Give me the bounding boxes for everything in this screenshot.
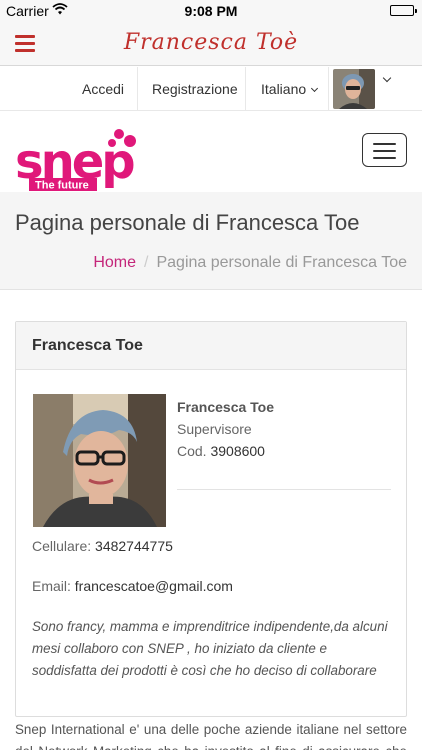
user-avatar[interactable] (333, 69, 375, 109)
breadcrumb: Home / Pagina personale di Francesca Toe (93, 254, 407, 272)
email-label: Email: (32, 578, 71, 594)
top-links-bar: Accedi Registrazione Italiano (0, 67, 422, 111)
snep-logo[interactable]: snep The future (15, 126, 155, 192)
status-bar: Carrier 9:08 PM (0, 0, 422, 22)
logo-tagline: The future (35, 180, 89, 192)
profile-bio: Sono francy, mamma e imprenditrice indip… (32, 619, 388, 678)
profile-code: 3908600 (210, 443, 265, 459)
profile-info: Francesca Toe Supervisore Cod. 3908600 (177, 396, 391, 462)
breadcrumb-divider: / (144, 254, 149, 271)
profile-photo (33, 394, 166, 527)
profile-name: Francesca Toe (177, 399, 275, 415)
clock: 9:08 PM (184, 3, 238, 19)
profile-phone: Cellulare: 3482744775 (32, 538, 173, 554)
page-title: Pagina personale di Francesca Toe (15, 210, 360, 235)
profile-card-title: Francesca Toe (16, 322, 406, 370)
profile-card: Francesca Toe Francesca Toe Supervisore … (15, 321, 407, 717)
register-link[interactable]: Registrazione (152, 67, 238, 111)
avatar-chevron-down-icon[interactable] (382, 73, 392, 83)
breadcrumb-home-link[interactable]: Home (93, 254, 136, 271)
divider (177, 489, 391, 490)
language-label: Italiano (261, 81, 307, 97)
app-title: Francesca Toè (123, 30, 299, 55)
about-text: Snep International e' una delle poche az… (15, 722, 407, 750)
app-bar: Francesca Toè (0, 22, 422, 66)
page-header: Pagina personale di Francesca Toe Home / P… (0, 192, 422, 290)
login-link[interactable]: Accedi (82, 67, 124, 111)
phone-value[interactable]: 3482744775 (95, 538, 173, 554)
language-selector[interactable]: Italiano (261, 67, 319, 111)
phone-label: Cellulare: (32, 538, 92, 554)
site-header: snep The future (0, 112, 422, 192)
email-value[interactable]: francescatoe@gmail.com (75, 578, 233, 594)
profile-role: Supervisore (177, 421, 252, 437)
profile-code-label: Cod. (177, 443, 207, 459)
nav-toggle-button[interactable] (362, 133, 407, 167)
breadcrumb-current: Pagina personale di Francesca Toe (156, 254, 407, 271)
chevron-down-icon (311, 84, 319, 93)
profile-email: Email: francescatoe@gmail.com (32, 578, 233, 594)
battery-icon (390, 5, 417, 16)
